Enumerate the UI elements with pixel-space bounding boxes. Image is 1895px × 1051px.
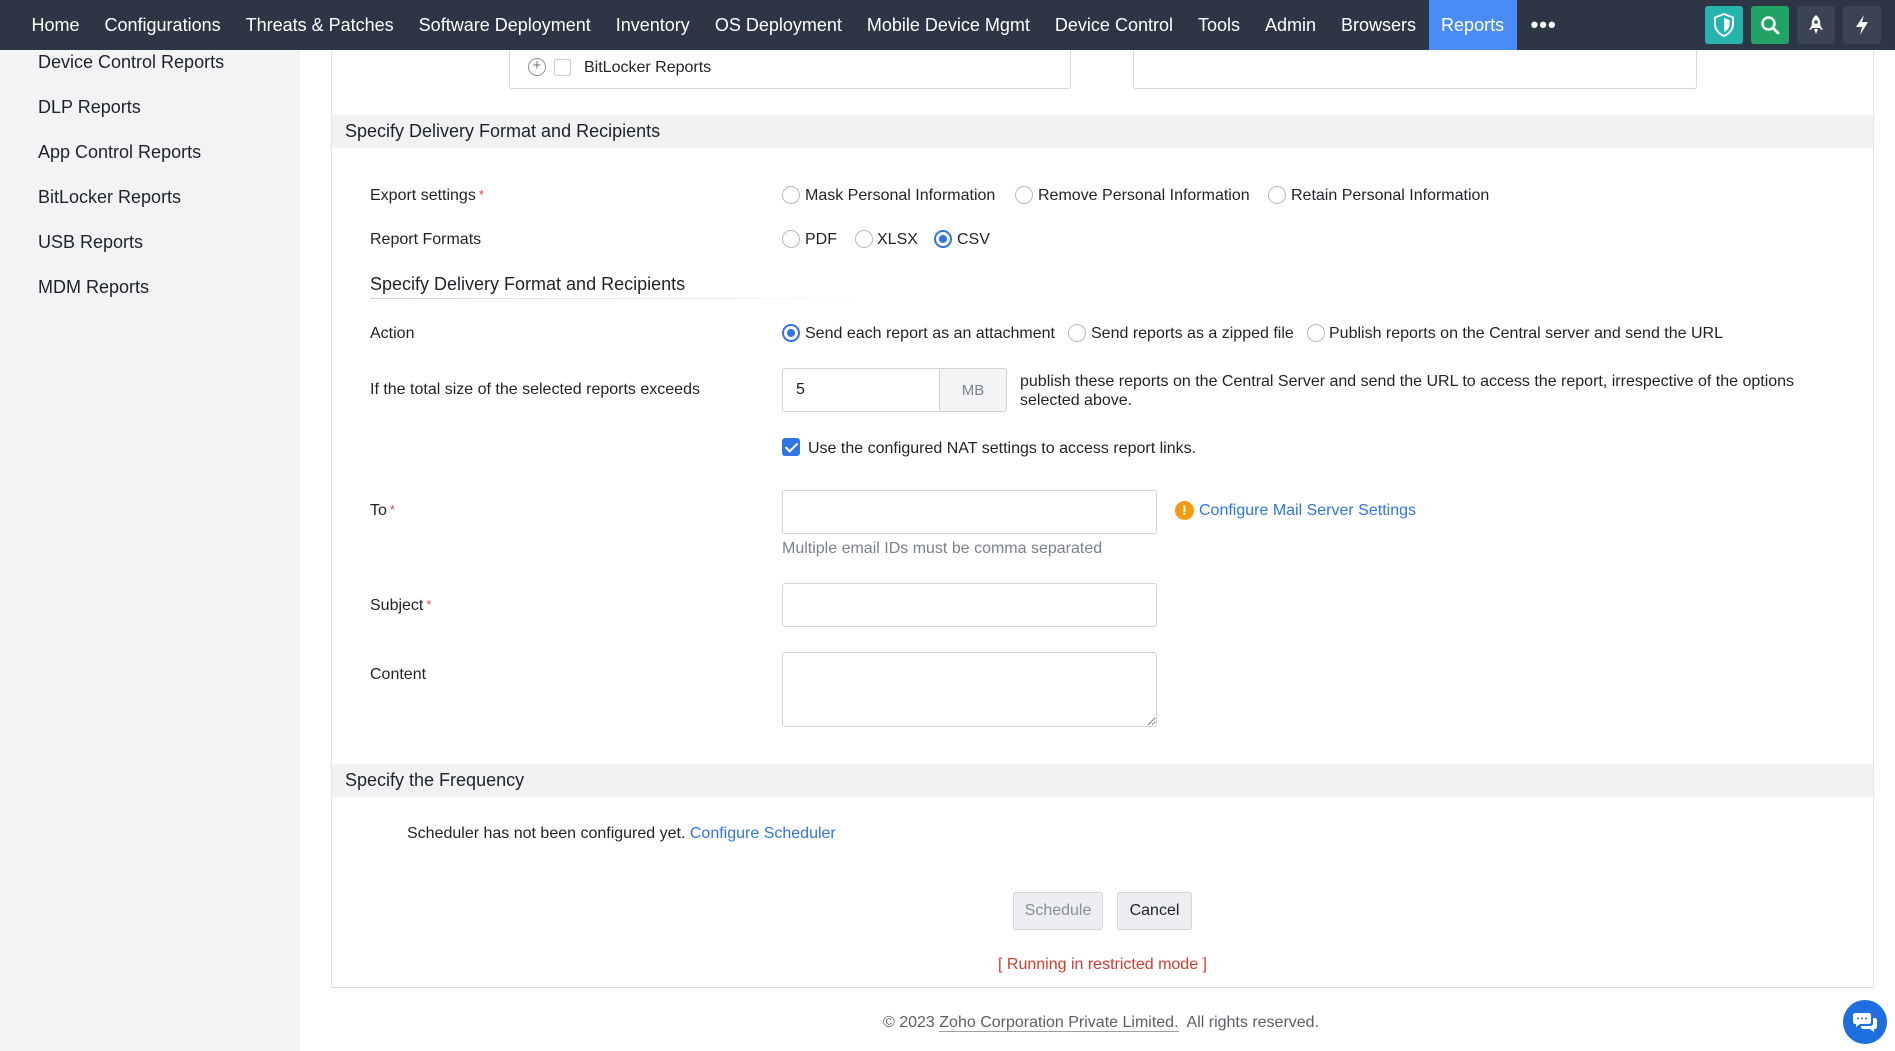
size-threshold-label: If the total size of the selected report…	[370, 381, 700, 398]
format-csv-label: CSV	[957, 231, 990, 248]
frequency-section-title: Specify the Frequency	[345, 770, 525, 790]
size-threshold-input[interactable]	[782, 368, 939, 412]
sidebar-item-mdm-reports[interactable]: MDM Reports	[38, 277, 149, 298]
nav-icon-group	[1705, 0, 1895, 50]
search-icon[interactable]	[1751, 6, 1789, 44]
action-label: Action	[370, 325, 415, 342]
nat-settings-label: Use the configured NAT settings to acces…	[808, 440, 1197, 457]
subject-input[interactable]	[782, 583, 1157, 627]
action-publish-radio[interactable]	[1307, 324, 1325, 342]
rocket-icon[interactable]	[1797, 6, 1835, 44]
nav-item-admin[interactable]: Admin	[1253, 0, 1329, 50]
restricted-mode-notice: [ Running in restricted mode ]	[998, 956, 1207, 973]
export-settings-label: Export settings *	[370, 187, 484, 204]
to-email-hint: Multiple email IDs must be comma separat…	[782, 540, 1103, 557]
nav-item-tools[interactable]: Tools	[1185, 0, 1252, 50]
size-threshold-description: publish these reports on the Central Ser…	[1020, 373, 1795, 409]
nav-item-threats-patches[interactable]: Threats & Patches	[233, 0, 406, 50]
export-mask-label: Mask Personal Information	[805, 187, 996, 204]
nav-items: Home Configurations Threats & Patches So…	[0, 0, 1571, 50]
format-xlsx-radio[interactable]	[855, 230, 873, 248]
nav-item-software-deployment[interactable]: Software Deployment	[406, 0, 603, 50]
nav-item-device-control[interactable]: Device Control	[1042, 0, 1185, 50]
scheduler-status: Scheduler has not been configured yet. C…	[407, 825, 836, 842]
cancel-button[interactable]: Cancel	[1117, 892, 1192, 930]
format-pdf-label: PDF	[805, 231, 837, 248]
bolt-icon[interactable]	[1843, 6, 1881, 44]
export-remove-radio[interactable]	[1015, 186, 1033, 204]
schedule-button[interactable]: Schedule	[1013, 892, 1103, 930]
top-nav-bar: Home Configurations Threats & Patches So…	[0, 0, 1895, 50]
to-label: To *	[370, 502, 395, 519]
shield-icon[interactable]	[1705, 6, 1743, 44]
frequency-section-bar	[332, 764, 1873, 797]
to-email-input[interactable]	[782, 490, 1157, 534]
export-remove-label: Remove Personal Information	[1038, 187, 1250, 204]
sidebar-item-bitlocker-reports[interactable]: BitLocker Reports	[38, 187, 181, 208]
configure-mail-server-link[interactable]: Configure Mail Server Settings	[1199, 502, 1416, 520]
tree-checkbox[interactable]	[554, 59, 571, 76]
nat-settings-checkbox[interactable]	[782, 438, 800, 456]
nav-item-configurations[interactable]: Configurations	[92, 0, 233, 50]
sidebar-item-usb-reports[interactable]: USB Reports	[38, 232, 143, 253]
configure-scheduler-link[interactable]: Configure Scheduler	[690, 825, 836, 842]
nav-item-reports[interactable]: Reports	[1428, 0, 1517, 50]
action-publish-label: Publish reports on the Central server an…	[1329, 325, 1723, 342]
more-menu-button[interactable]: •••	[1517, 0, 1571, 50]
subject-label: Subject *	[370, 597, 432, 614]
action-attachment-radio[interactable]	[782, 324, 800, 342]
selected-reports-box	[1133, 50, 1697, 89]
footer-copyright: © 2023 Zoho Corporation Private Limited.…	[883, 1014, 1320, 1032]
export-retain-radio[interactable]	[1268, 186, 1286, 204]
nav-item-os-deployment[interactable]: OS Deployment	[702, 0, 854, 50]
content-label: Content	[370, 666, 427, 683]
nav-item-browsers[interactable]: Browsers	[1329, 0, 1429, 50]
nav-item-home[interactable]: Home	[19, 0, 92, 50]
format-csv-radio[interactable]	[934, 230, 952, 248]
format-pdf-radio[interactable]	[782, 230, 800, 248]
size-unit-label: MB	[939, 368, 1007, 412]
format-xlsx-label: XLSX	[877, 231, 918, 248]
export-retain-label: Retain Personal Information	[1291, 187, 1490, 204]
report-formats-label: Report Formats	[370, 231, 482, 248]
warning-icon: !	[1175, 501, 1194, 520]
action-attachment-label: Send each report as an attachment	[805, 325, 1055, 342]
action-zipped-radio[interactable]	[1068, 324, 1086, 342]
sidebar-item-device-control-reports[interactable]: Device Control Reports	[38, 52, 224, 73]
delivery-section-title: Specify Delivery Format and Recipients	[345, 121, 661, 141]
sidebar-item-dlp-reports[interactable]: DLP Reports	[38, 97, 141, 118]
expand-icon[interactable]: +	[528, 58, 546, 76]
tree-item-label: BitLocker Reports	[584, 59, 712, 76]
subheading-divider	[370, 298, 880, 299]
content-textarea[interactable]	[782, 652, 1157, 727]
action-zipped-label: Send reports as a zipped file	[1091, 325, 1294, 342]
nav-item-mobile-device-mgmt[interactable]: Mobile Device Mgmt	[854, 0, 1042, 50]
footer-company-link[interactable]: Zoho Corporation Private Limited.	[939, 1014, 1179, 1032]
chat-icon[interactable]	[1843, 1000, 1887, 1044]
nav-item-inventory[interactable]: Inventory	[603, 0, 702, 50]
export-mask-radio[interactable]	[782, 186, 800, 204]
delivery-subheading: Specify Delivery Format and Recipients	[370, 274, 686, 294]
sidebar: Device Control Reports DLP Reports App C…	[0, 50, 300, 1051]
sidebar-item-app-control-reports[interactable]: App Control Reports	[38, 142, 201, 163]
